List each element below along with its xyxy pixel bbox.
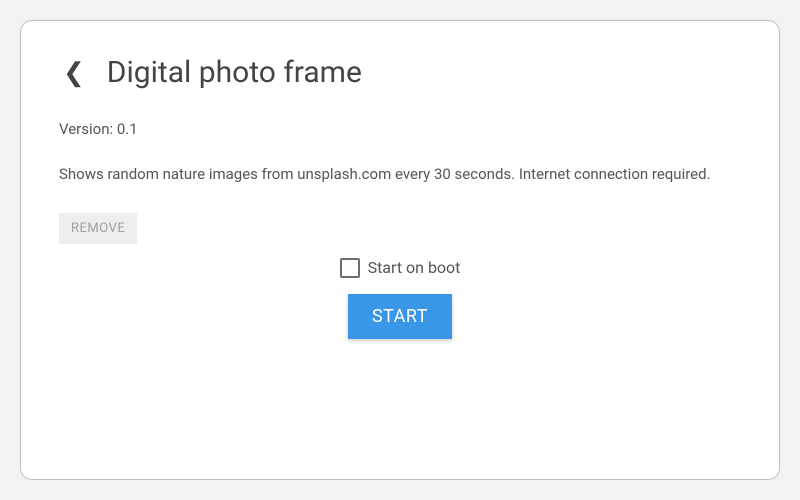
header: ❮ Digital photo frame	[59, 55, 741, 90]
page-title: Digital photo frame	[107, 55, 362, 90]
start-on-boot-checkbox[interactable]	[340, 258, 360, 278]
remove-button[interactable]: REMOVE	[59, 213, 137, 244]
start-on-boot-row[interactable]: Start on boot	[340, 258, 461, 278]
start-button[interactable]: START	[348, 294, 452, 339]
settings-card: ❮ Digital photo frame Version: 0.1 Shows…	[20, 20, 780, 480]
center-controls: Start on boot START	[59, 258, 741, 339]
back-icon[interactable]: ❮	[59, 56, 89, 90]
description-text: Shows random nature images from unsplash…	[59, 160, 741, 189]
version-label: Version: 0.1	[59, 120, 741, 138]
start-on-boot-label: Start on boot	[368, 258, 461, 277]
